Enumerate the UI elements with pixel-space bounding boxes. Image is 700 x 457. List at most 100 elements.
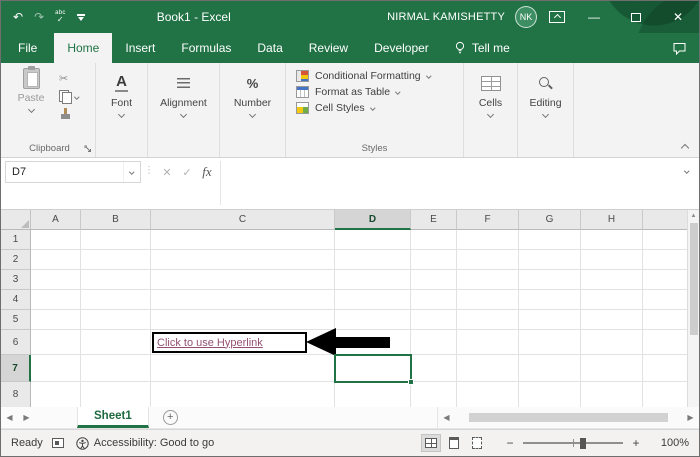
comments-button[interactable] [660, 33, 699, 63]
format-as-table-button[interactable]: Format as Table [296, 86, 400, 98]
horizontal-scroll-thumb[interactable] [469, 413, 669, 422]
formula-bar-separator [220, 161, 221, 205]
format-as-table-icon [296, 86, 309, 98]
horizontal-scrollbar[interactable]: ◀ ▶ [437, 407, 699, 428]
customize-qat-icon[interactable] [77, 14, 85, 21]
page-layout-view-button[interactable] [444, 434, 464, 452]
clipboard-dialog-launcher[interactable] [84, 145, 92, 153]
ribbon-display-options-icon[interactable] [549, 11, 565, 23]
previous-sheet-icon[interactable]: ◀ [1, 413, 18, 422]
name-box-value: D7 [12, 166, 26, 178]
editing-group-label: Editing [529, 97, 561, 109]
alignment-group[interactable]: Alignment [148, 63, 220, 157]
zoom-out-button[interactable]: − [503, 436, 517, 450]
number-chevron-icon [249, 111, 256, 118]
minimize-button[interactable]: — [573, 1, 615, 33]
paste-chevron-icon [27, 106, 34, 113]
name-box[interactable]: D7 [5, 161, 141, 183]
tab-home[interactable]: Home [54, 33, 112, 63]
grid-overlay: Click to use Hyperlink ▲ [1, 210, 699, 407]
avatar[interactable]: NK [515, 6, 537, 28]
tab-data[interactable]: Data [244, 33, 295, 63]
fill-handle[interactable] [408, 379, 414, 385]
cut-button[interactable]: ✂ [56, 70, 82, 87]
font-chevron-icon [118, 111, 125, 118]
account-user-name[interactable]: NIRMAL KAMISHETTY [387, 11, 505, 23]
conditional-formatting-button[interactable]: Conditional Formatting [296, 70, 430, 82]
expand-formula-bar-button[interactable] [678, 161, 696, 181]
zoom-controls: − + [503, 436, 643, 450]
number-group[interactable]: % Number [220, 63, 286, 157]
vertical-scroll-thumb[interactable] [690, 223, 698, 335]
ready-status: Ready [11, 437, 43, 449]
scroll-left-icon[interactable]: ◀ [438, 413, 455, 422]
tab-file[interactable]: File [1, 33, 54, 63]
cell-styles-button[interactable]: Cell Styles [296, 102, 374, 114]
tell-me-button[interactable]: Tell me [442, 33, 522, 63]
maximize-button[interactable] [615, 1, 657, 33]
conditional-formatting-icon [296, 70, 309, 82]
clipboard-content: Paste ✂ [4, 63, 95, 123]
formula-bar: D7 ⋮ ✕ ✓ fx [1, 158, 699, 210]
cancel-button[interactable]: ✕ [157, 161, 177, 183]
arrow-tail [334, 337, 390, 348]
hyperlink-text[interactable]: Click to use Hyperlink [157, 337, 263, 349]
alignment-chevron-icon [180, 111, 187, 118]
tab-insert[interactable]: Insert [112, 33, 168, 63]
quick-access-toolbar: ↶ ↷ abc✓ [13, 10, 85, 24]
accessibility-status[interactable]: Accessibility: Good to go [76, 437, 214, 450]
editing-icon [538, 76, 553, 91]
paste-button[interactable]: Paste [10, 68, 52, 123]
zoom-slider[interactable] [523, 442, 623, 444]
font-group-label: Font [111, 97, 132, 109]
scroll-up-icon[interactable]: ▲ [691, 213, 697, 219]
close-button[interactable]: ✕ [657, 1, 699, 33]
styles-group-label: Styles [286, 140, 463, 157]
format-painter-button[interactable] [56, 106, 82, 123]
lightbulb-icon [454, 41, 466, 55]
copy-button[interactable] [56, 88, 82, 105]
tab-review[interactable]: Review [296, 33, 361, 63]
clipboard-group-label: Clipboard [4, 140, 95, 157]
cells-group-label: Cells [479, 97, 502, 109]
tell-me-label: Tell me [472, 41, 510, 55]
record-macro-icon[interactable] [52, 438, 64, 448]
paste-clipboard-icon [23, 68, 40, 89]
tab-developer[interactable]: Developer [361, 33, 442, 63]
undo-icon[interactable]: ↶ [13, 11, 23, 23]
cells-group[interactable]: Cells [464, 63, 518, 157]
cells-icon [481, 76, 501, 91]
redo-icon[interactable]: ↷ [34, 11, 44, 23]
format-as-table-chevron-icon [395, 90, 400, 95]
hyperlink-box-shape[interactable]: Click to use Hyperlink [152, 332, 307, 353]
name-box-dropdown[interactable] [123, 162, 140, 182]
number-group-label: Number [234, 97, 271, 109]
collapse-ribbon-button[interactable] [681, 144, 689, 152]
spelling-icon[interactable]: abc✓ [55, 10, 66, 24]
cell-selection-D7 [334, 354, 412, 383]
insert-function-button[interactable]: fx [197, 161, 217, 183]
copy-chevron-icon [74, 94, 79, 99]
vertical-scrollbar[interactable]: ▲ [687, 210, 699, 407]
formula-input[interactable] [224, 161, 678, 207]
arrow-shape[interactable] [306, 328, 392, 356]
zoom-level[interactable]: 100% [655, 437, 689, 449]
sheet-tab-sheet1[interactable]: Sheet1 [77, 407, 149, 428]
font-group[interactable]: A Font [96, 63, 148, 157]
clipboard-small-buttons: ✂ [56, 68, 82, 123]
zoom-slider-thumb[interactable] [580, 438, 586, 449]
formula-bar-drag-handle[interactable]: ⋮ [144, 165, 154, 176]
tab-formulas[interactable]: Formulas [168, 33, 244, 63]
format-painter-icon [59, 108, 72, 121]
enter-button[interactable]: ✓ [177, 161, 197, 183]
horizontal-scroll-track[interactable] [455, 407, 682, 428]
page-break-view-button[interactable] [467, 434, 487, 452]
normal-view-button[interactable] [421, 434, 441, 452]
sheet-tab-label: Sheet1 [94, 410, 132, 422]
zoom-in-button[interactable]: + [629, 436, 643, 450]
conditional-formatting-chevron-icon [426, 74, 431, 79]
next-sheet-icon[interactable]: ▶ [18, 413, 35, 422]
scroll-right-icon[interactable]: ▶ [682, 413, 699, 422]
new-sheet-button[interactable]: + [163, 410, 178, 425]
editing-group[interactable]: Editing [518, 63, 574, 157]
